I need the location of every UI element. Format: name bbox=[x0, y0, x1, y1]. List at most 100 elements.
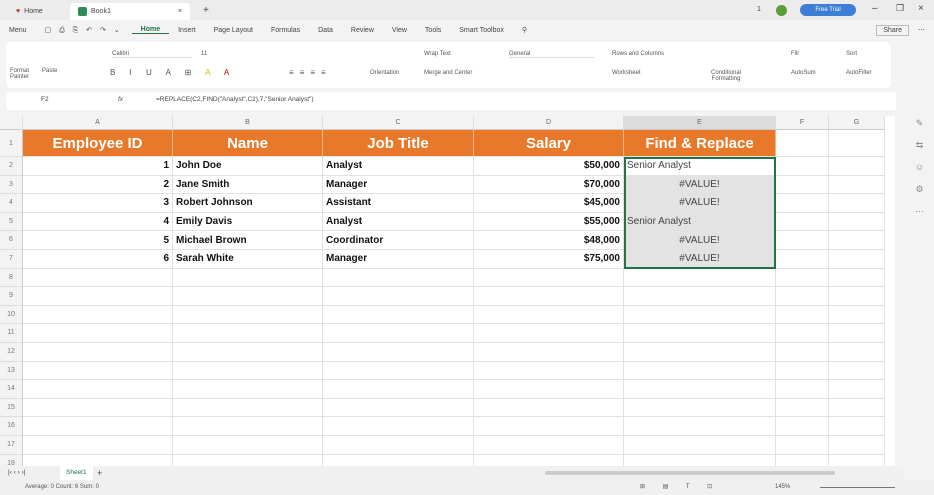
cell-F9[interactable] bbox=[776, 287, 829, 306]
menu-button[interactable]: Menu bbox=[0, 27, 36, 34]
cell-F10[interactable] bbox=[776, 305, 829, 325]
cell-E1[interactable]: Find & Replace bbox=[624, 130, 776, 157]
cell-E11[interactable] bbox=[624, 324, 776, 343]
cell-A6[interactable]: 5 bbox=[23, 231, 173, 250]
row-header-7[interactable]: 7 bbox=[0, 250, 23, 269]
row-header-3[interactable]: 3 bbox=[0, 175, 23, 195]
row-header-16[interactable]: 16 bbox=[0, 417, 23, 436]
row-header-12[interactable]: 12 bbox=[0, 343, 23, 362]
cell-G9[interactable] bbox=[829, 287, 885, 306]
cell-D15[interactable] bbox=[474, 398, 624, 418]
cell-G3[interactable] bbox=[829, 175, 885, 195]
merge-center-button[interactable]: Merge and Center bbox=[424, 70, 472, 76]
cell-D7[interactable]: $75,000 bbox=[474, 250, 624, 269]
row-header-10[interactable]: 10 bbox=[0, 305, 23, 325]
autosum-button[interactable]: AutoSum bbox=[791, 70, 816, 76]
cell-D5[interactable]: $55,000 bbox=[474, 212, 624, 232]
cell-F8[interactable] bbox=[776, 268, 829, 288]
cell-C17[interactable] bbox=[323, 436, 474, 455]
cell-B8[interactable] bbox=[173, 268, 323, 288]
row-header-2[interactable]: 2 bbox=[0, 157, 23, 176]
cell-C16[interactable] bbox=[323, 417, 474, 436]
row-header-8[interactable]: 8 bbox=[0, 268, 23, 288]
cell-E9[interactable] bbox=[624, 287, 776, 306]
cell-E12[interactable] bbox=[624, 343, 776, 362]
tab-book1[interactable]: Book1 × bbox=[70, 3, 190, 20]
menu-insert[interactable]: Insert bbox=[169, 27, 205, 34]
font-format-buttons[interactable]: B I U A ⊞ A A bbox=[110, 68, 235, 77]
cell-G7[interactable] bbox=[829, 250, 885, 269]
cell-A7[interactable]: 6 bbox=[23, 250, 173, 269]
column-header-c[interactable]: C bbox=[323, 116, 474, 130]
cell-B7[interactable]: Sarah White bbox=[173, 250, 323, 269]
cell-F11[interactable] bbox=[776, 324, 829, 343]
cell-C5[interactable]: Analyst bbox=[323, 212, 474, 232]
menu-data[interactable]: Data bbox=[309, 27, 342, 34]
column-header-a[interactable]: A bbox=[23, 116, 173, 130]
cell-F15[interactable] bbox=[776, 398, 829, 418]
cell-C3[interactable]: Manager bbox=[323, 175, 474, 195]
close-button[interactable]: × bbox=[918, 3, 924, 14]
cell-E16[interactable] bbox=[624, 417, 776, 436]
more-icon[interactable]: ⋯ bbox=[909, 26, 934, 34]
cell-E8[interactable] bbox=[624, 268, 776, 288]
notification-badge[interactable]: 1 bbox=[757, 6, 761, 13]
number-format-select[interactable]: General bbox=[509, 51, 594, 58]
row-header-15[interactable]: 15 bbox=[0, 398, 23, 418]
cell-D4[interactable]: $45,000 bbox=[474, 194, 624, 213]
cell-G11[interactable] bbox=[829, 324, 885, 343]
cell-C9[interactable] bbox=[323, 287, 474, 306]
cell-G13[interactable] bbox=[829, 361, 885, 381]
cell-D1[interactable]: Salary bbox=[474, 130, 624, 157]
row-header-14[interactable]: 14 bbox=[0, 380, 23, 399]
cell-C11[interactable] bbox=[323, 324, 474, 343]
row-header-13[interactable]: 13 bbox=[0, 361, 23, 381]
menu-home[interactable]: Home bbox=[131, 26, 170, 34]
fx-icon[interactable]: fx bbox=[118, 96, 123, 103]
cell-E2[interactable]: Senior Analyst bbox=[624, 157, 776, 176]
cell-B5[interactable]: Emily Davis bbox=[173, 212, 323, 232]
formula-input[interactable]: =REPLACE(C2,FIND("Analyst",C2),7,"Senior… bbox=[156, 96, 314, 103]
cell-F2[interactable] bbox=[776, 157, 829, 176]
worksheet-button[interactable]: Worksheet bbox=[612, 70, 641, 76]
cell-A2[interactable]: 1 bbox=[23, 157, 173, 176]
conditional-formatting-button[interactable]: Conditional Formatting bbox=[706, 70, 746, 82]
cell-F1[interactable] bbox=[776, 130, 829, 157]
cell-B14[interactable] bbox=[173, 380, 323, 399]
menu-page-layout[interactable]: Page Layout bbox=[205, 27, 262, 34]
cell-G1[interactable] bbox=[829, 130, 885, 157]
row-header-6[interactable]: 6 bbox=[0, 231, 23, 250]
cell-G4[interactable] bbox=[829, 194, 885, 213]
sidebar-tool-icons[interactable]: ✎ ⇆ ☺ ⚙ ⋯ bbox=[905, 112, 934, 222]
cell-F5[interactable] bbox=[776, 212, 829, 232]
name-box[interactable]: F2 bbox=[41, 96, 49, 103]
cell-C8[interactable] bbox=[323, 268, 474, 288]
sheet-tab-sheet1[interactable]: Sheet1 bbox=[60, 466, 93, 480]
menu-formulas[interactable]: Formulas bbox=[262, 27, 309, 34]
cell-F12[interactable] bbox=[776, 343, 829, 362]
cell-D14[interactable] bbox=[474, 380, 624, 399]
cell-D3[interactable]: $70,000 bbox=[474, 175, 624, 195]
row-header-9[interactable]: 9 bbox=[0, 287, 23, 306]
column-header-e[interactable]: E bbox=[624, 116, 776, 130]
cell-F14[interactable] bbox=[776, 380, 829, 399]
cell-D10[interactable] bbox=[474, 305, 624, 325]
fill-button[interactable]: Fill bbox=[791, 51, 799, 57]
new-tab-button[interactable]: + bbox=[203, 5, 209, 16]
cell-B1[interactable]: Name bbox=[173, 130, 323, 157]
cell-A10[interactable] bbox=[23, 305, 173, 325]
cell-B16[interactable] bbox=[173, 417, 323, 436]
quick-access-icons[interactable]: ▢ ⎙ ⎘ ↶ ↷ ⌄ bbox=[36, 26, 132, 35]
cell-C15[interactable] bbox=[323, 398, 474, 418]
menu-review[interactable]: Review bbox=[342, 27, 383, 34]
zoom-slider[interactable] bbox=[820, 487, 895, 488]
sort-button[interactable]: Sort bbox=[846, 51, 857, 57]
cell-E5[interactable]: Senior Analyst bbox=[624, 212, 776, 232]
cell-G6[interactable] bbox=[829, 231, 885, 250]
cell-C13[interactable] bbox=[323, 361, 474, 381]
cell-C12[interactable] bbox=[323, 343, 474, 362]
tab-home[interactable]: ♥ Home bbox=[8, 3, 51, 20]
row-header-4[interactable]: 4 bbox=[0, 194, 23, 213]
rows-columns-button[interactable]: Rows and Columns bbox=[612, 51, 664, 57]
cell-A17[interactable] bbox=[23, 436, 173, 455]
